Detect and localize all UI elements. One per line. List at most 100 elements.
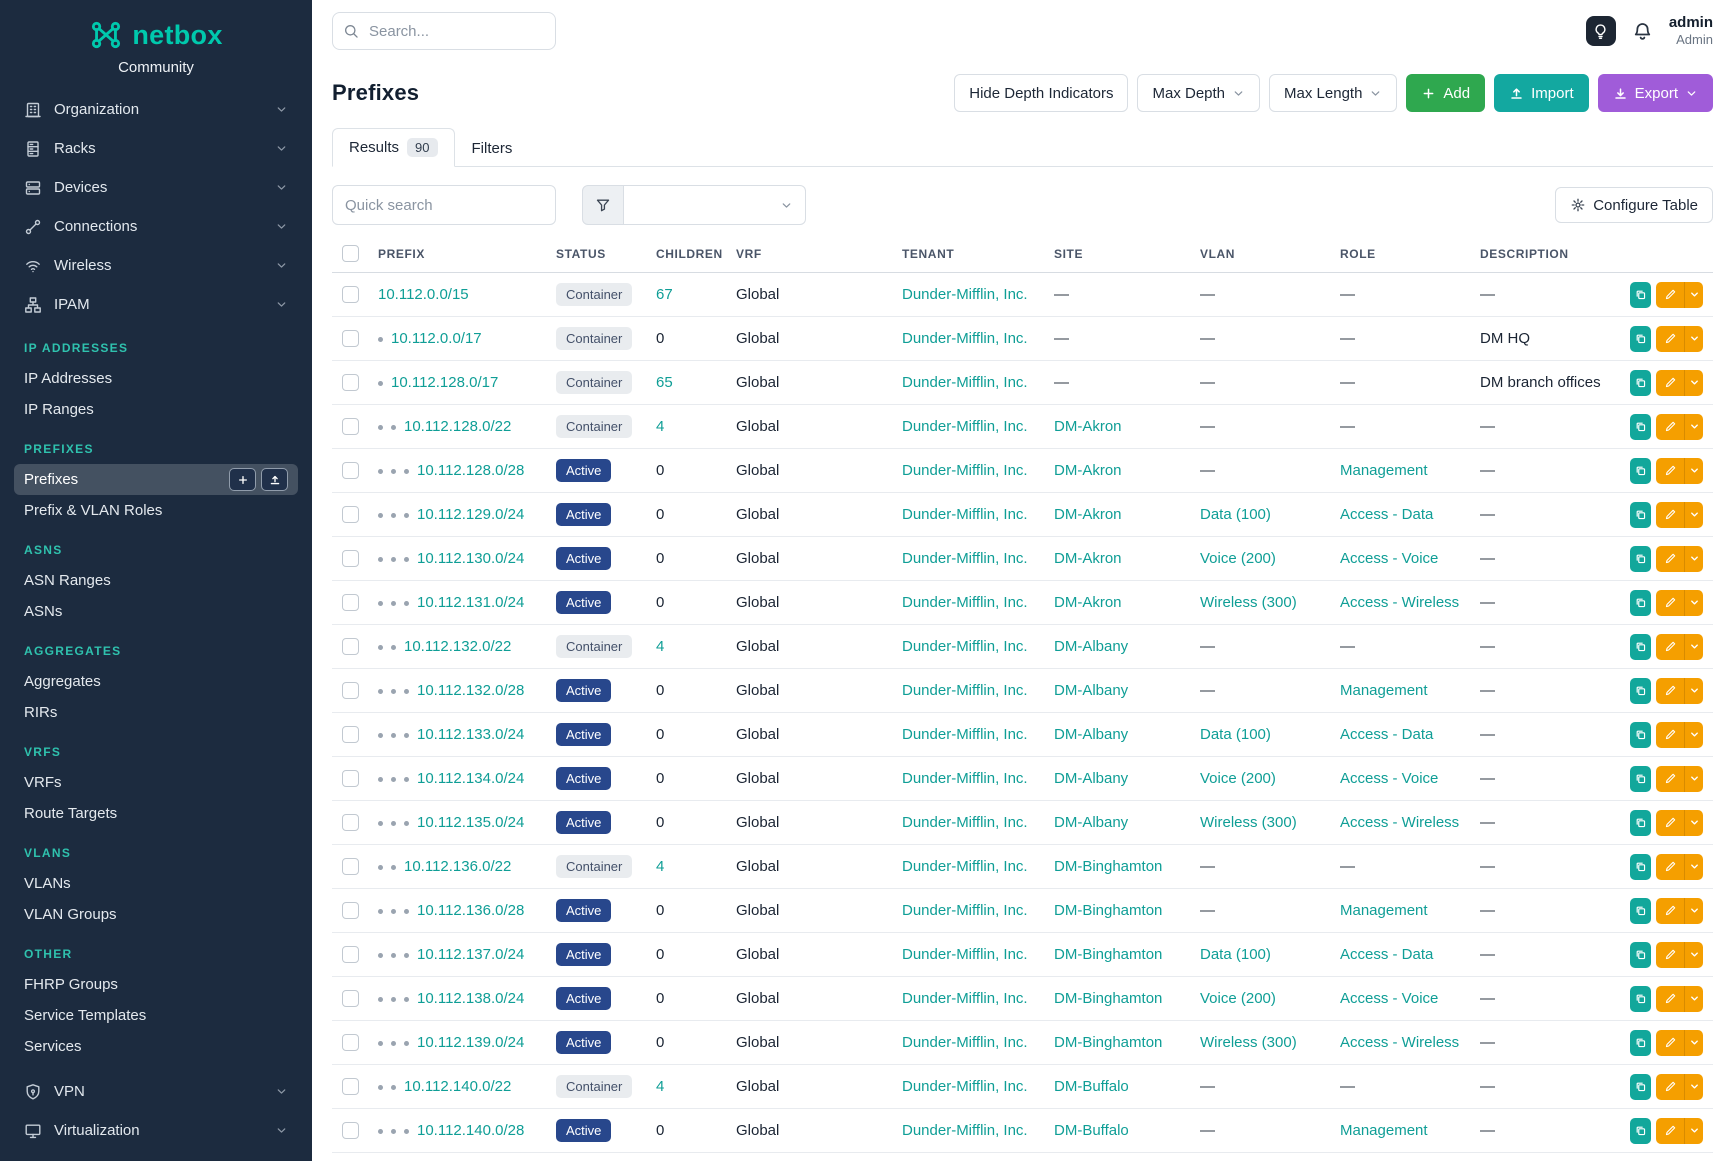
row-checkbox[interactable] bbox=[342, 770, 359, 787]
children-link[interactable]: 65 bbox=[656, 374, 673, 391]
site-link[interactable]: DM-Albany bbox=[1054, 814, 1128, 831]
prefix-link[interactable]: 10.112.130.0/24 bbox=[417, 550, 524, 567]
sidebar-item-services[interactable]: Services bbox=[14, 1031, 298, 1062]
site-link[interactable]: DM-Albany bbox=[1054, 726, 1128, 743]
children-link[interactable]: 4 bbox=[656, 858, 664, 875]
role-link[interactable]: Management bbox=[1340, 1122, 1428, 1139]
row-more-dropdown[interactable] bbox=[1684, 722, 1703, 748]
sidebar-item-wireless[interactable]: Wireless bbox=[14, 246, 298, 285]
tab-filters[interactable]: Filters bbox=[455, 130, 530, 167]
copy-button[interactable] bbox=[1630, 502, 1651, 528]
configure-table-button[interactable]: Configure Table bbox=[1555, 187, 1713, 223]
edit-button[interactable] bbox=[1656, 766, 1684, 792]
tenant-link[interactable]: Dunder-Mifflin, Inc. bbox=[902, 858, 1028, 875]
role-link[interactable]: Management bbox=[1340, 902, 1428, 919]
quick-import-button[interactable] bbox=[261, 468, 288, 491]
sidebar-item-organization[interactable]: Organization bbox=[14, 90, 298, 129]
edit-button[interactable] bbox=[1656, 414, 1684, 440]
row-checkbox[interactable] bbox=[342, 1122, 359, 1139]
edit-button[interactable] bbox=[1656, 282, 1684, 308]
tenant-link[interactable]: Dunder-Mifflin, Inc. bbox=[902, 990, 1028, 1007]
row-more-dropdown[interactable] bbox=[1684, 1118, 1703, 1144]
tenant-link[interactable]: Dunder-Mifflin, Inc. bbox=[902, 902, 1028, 919]
row-checkbox[interactable] bbox=[342, 594, 359, 611]
edit-button[interactable] bbox=[1656, 590, 1684, 616]
vlan-link[interactable]: Wireless (300) bbox=[1200, 594, 1297, 611]
row-more-dropdown[interactable] bbox=[1684, 326, 1703, 352]
tenant-link[interactable]: Dunder-Mifflin, Inc. bbox=[902, 1078, 1028, 1095]
edit-button[interactable] bbox=[1656, 810, 1684, 836]
role-link[interactable]: Management bbox=[1340, 462, 1428, 479]
row-checkbox[interactable] bbox=[342, 726, 359, 743]
tenant-link[interactable]: Dunder-Mifflin, Inc. bbox=[902, 594, 1028, 611]
row-more-dropdown[interactable] bbox=[1684, 282, 1703, 308]
vlan-link[interactable]: Data (100) bbox=[1200, 946, 1271, 963]
tenant-link[interactable]: Dunder-Mifflin, Inc. bbox=[902, 418, 1028, 435]
prefix-link[interactable]: 10.112.134.0/24 bbox=[417, 770, 524, 787]
edit-button[interactable] bbox=[1656, 898, 1684, 924]
sidebar-item-vlan-groups[interactable]: VLAN Groups bbox=[14, 899, 298, 930]
max-length-dropdown[interactable]: Max Length bbox=[1269, 74, 1397, 112]
brand[interactable]: netbox Community bbox=[0, 0, 312, 78]
vlan-link[interactable]: Data (100) bbox=[1200, 506, 1271, 523]
column-header-vrf[interactable]: VRF bbox=[726, 239, 892, 273]
prefix-link[interactable]: 10.112.132.0/22 bbox=[404, 638, 511, 655]
saved-filter-select[interactable] bbox=[624, 185, 806, 225]
row-more-dropdown[interactable] bbox=[1684, 502, 1703, 528]
notifications-bell-icon[interactable] bbox=[1632, 21, 1653, 42]
site-link[interactable]: DM-Albany bbox=[1054, 682, 1128, 699]
row-checkbox[interactable] bbox=[342, 858, 359, 875]
prefix-link[interactable]: 10.112.136.0/28 bbox=[417, 902, 524, 919]
prefix-link[interactable]: 10.112.137.0/24 bbox=[417, 946, 524, 963]
sidebar-item-service-templates[interactable]: Service Templates bbox=[14, 1000, 298, 1031]
sidebar-item-devices[interactable]: Devices bbox=[14, 168, 298, 207]
copy-button[interactable] bbox=[1630, 590, 1651, 616]
site-link[interactable]: DM-Akron bbox=[1054, 418, 1122, 435]
copy-button[interactable] bbox=[1630, 898, 1651, 924]
row-more-dropdown[interactable] bbox=[1684, 898, 1703, 924]
sidebar-item-vlans[interactable]: VLANs bbox=[14, 868, 298, 899]
copy-button[interactable] bbox=[1630, 678, 1651, 704]
site-link[interactable]: DM-Akron bbox=[1054, 506, 1122, 523]
row-more-dropdown[interactable] bbox=[1684, 634, 1703, 660]
copy-button[interactable] bbox=[1630, 414, 1651, 440]
prefix-link[interactable]: 10.112.132.0/28 bbox=[417, 682, 524, 699]
add-button[interactable]: Add bbox=[1406, 74, 1485, 112]
row-more-dropdown[interactable] bbox=[1684, 1074, 1703, 1100]
select-all-checkbox[interactable] bbox=[342, 245, 359, 262]
row-more-dropdown[interactable] bbox=[1684, 678, 1703, 704]
column-header-tenant[interactable]: TENANT bbox=[892, 239, 1044, 273]
prefix-link[interactable]: 10.112.128.0/17 bbox=[391, 374, 498, 391]
prefix-link[interactable]: 10.112.0.0/15 bbox=[378, 286, 469, 303]
copy-button[interactable] bbox=[1630, 854, 1651, 880]
row-checkbox[interactable] bbox=[342, 902, 359, 919]
site-link[interactable]: DM-Binghamton bbox=[1054, 946, 1162, 963]
role-link[interactable]: Access - Wireless bbox=[1340, 814, 1459, 831]
row-more-dropdown[interactable] bbox=[1684, 854, 1703, 880]
copy-button[interactable] bbox=[1630, 458, 1651, 484]
row-more-dropdown[interactable] bbox=[1684, 1030, 1703, 1056]
prefix-link[interactable]: 10.112.128.0/28 bbox=[417, 462, 524, 479]
tenant-link[interactable]: Dunder-Mifflin, Inc. bbox=[902, 506, 1028, 523]
sidebar-item-route-targets[interactable]: Route Targets bbox=[14, 798, 298, 829]
edit-button[interactable] bbox=[1656, 458, 1684, 484]
import-button[interactable]: Import bbox=[1494, 74, 1589, 112]
tenant-link[interactable]: Dunder-Mifflin, Inc. bbox=[902, 946, 1028, 963]
row-more-dropdown[interactable] bbox=[1684, 942, 1703, 968]
vlan-link[interactable]: Voice (200) bbox=[1200, 990, 1276, 1007]
role-link[interactable]: Access - Data bbox=[1340, 506, 1433, 523]
site-link[interactable]: DM-Binghamton bbox=[1054, 858, 1162, 875]
edit-button[interactable] bbox=[1656, 634, 1684, 660]
tenant-link[interactable]: Dunder-Mifflin, Inc. bbox=[902, 1034, 1028, 1051]
vlan-link[interactable]: Wireless (300) bbox=[1200, 1034, 1297, 1051]
copy-button[interactable] bbox=[1630, 986, 1651, 1012]
edit-button[interactable] bbox=[1656, 986, 1684, 1012]
sidebar-item-asn-ranges[interactable]: ASN Ranges bbox=[14, 565, 298, 596]
vlan-link[interactable]: Voice (200) bbox=[1200, 550, 1276, 567]
tenant-link[interactable]: Dunder-Mifflin, Inc. bbox=[902, 330, 1028, 347]
site-link[interactable]: DM-Binghamton bbox=[1054, 902, 1162, 919]
column-header-site[interactable]: SITE bbox=[1044, 239, 1190, 273]
tenant-link[interactable]: Dunder-Mifflin, Inc. bbox=[902, 814, 1028, 831]
row-checkbox[interactable] bbox=[342, 990, 359, 1007]
max-depth-dropdown[interactable]: Max Depth bbox=[1137, 74, 1260, 112]
